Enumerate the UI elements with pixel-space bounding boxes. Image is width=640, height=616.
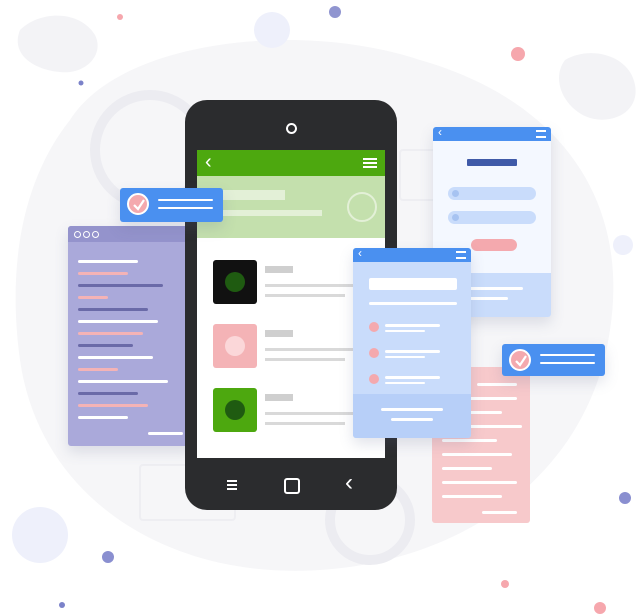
code-line <box>78 320 158 323</box>
hamburger-menu-icon[interactable] <box>536 130 546 138</box>
item-line-placeholder <box>265 358 345 361</box>
code-line <box>78 392 138 395</box>
bullet-line <box>385 324 440 327</box>
item-line-placeholder <box>265 284 355 287</box>
bullet-line <box>385 382 425 384</box>
code-line <box>78 344 133 347</box>
item-title-placeholder <box>265 266 293 273</box>
card-footer <box>353 394 471 438</box>
checkmark-icon <box>127 193 149 215</box>
code-line <box>78 368 118 371</box>
back-chevron-icon[interactable]: ‹ <box>358 246 362 260</box>
bullet-line <box>385 356 425 358</box>
code-line <box>78 284 163 287</box>
banner-avatar-circle <box>347 192 377 222</box>
list-item[interactable] <box>213 388 373 434</box>
code-line <box>442 467 492 470</box>
checkmark-badge <box>502 344 605 376</box>
card-title-block <box>369 278 457 290</box>
bullet-line <box>385 330 425 332</box>
form-title-bar <box>467 159 517 166</box>
bullet-dot <box>369 322 379 332</box>
list-item[interactable] <box>213 260 373 306</box>
item-line-placeholder <box>265 422 345 425</box>
card-header: ‹ <box>353 246 471 262</box>
password-field[interactable] <box>448 211 536 224</box>
task-list-card: ‹ <box>353 246 471 438</box>
code-line <box>148 432 183 435</box>
code-line <box>78 296 108 299</box>
bullet-line <box>385 350 440 353</box>
home-square-icon[interactable] <box>284 478 300 494</box>
code-line <box>78 380 168 383</box>
footer-line <box>381 408 443 411</box>
menu-icon[interactable] <box>227 480 237 490</box>
window-dot <box>92 231 99 238</box>
badge-line <box>158 199 213 201</box>
bullet-line <box>385 376 440 379</box>
code-editor-panel <box>68 226 193 446</box>
footer-line <box>468 297 508 300</box>
code-line <box>442 439 497 442</box>
front-camera <box>286 123 297 134</box>
code-line <box>442 453 512 456</box>
login-button[interactable] <box>471 239 517 251</box>
code-line <box>78 272 128 275</box>
code-line <box>442 495 502 498</box>
username-field[interactable] <box>448 187 536 200</box>
app-header-bar: ‹ <box>197 150 385 176</box>
banner-title-placeholder <box>217 190 285 200</box>
footer-line <box>468 287 523 290</box>
item-title-placeholder <box>265 330 293 337</box>
card-subtitle-line <box>369 302 457 305</box>
back-chevron-icon[interactable]: ‹ <box>205 152 212 172</box>
back-chevron-icon[interactable]: ‹ <box>438 125 442 139</box>
hamburger-menu-icon[interactable] <box>456 251 466 259</box>
item-thumbnail <box>213 388 257 432</box>
app-banner <box>197 176 385 238</box>
item-title-placeholder <box>265 394 293 401</box>
badge-line <box>158 207 213 209</box>
window-dot <box>74 231 81 238</box>
checkmark-icon <box>509 349 531 371</box>
field-icon <box>452 214 459 221</box>
checkmark-badge <box>120 188 223 222</box>
item-line-placeholder <box>265 412 355 415</box>
code-line <box>78 308 148 311</box>
hamburger-menu-icon[interactable] <box>363 158 377 168</box>
bullet-dot <box>369 374 379 384</box>
card-header: ‹ <box>433 125 551 141</box>
code-line <box>78 332 143 335</box>
footer-line <box>391 418 433 421</box>
code-line <box>482 511 517 514</box>
code-line <box>78 260 138 263</box>
code-line <box>477 383 517 386</box>
code-line <box>442 481 517 484</box>
item-line-placeholder <box>265 294 345 297</box>
item-line-placeholder <box>265 348 355 351</box>
code-line <box>78 404 148 407</box>
window-dot <box>83 231 90 238</box>
item-thumbnail <box>213 324 257 368</box>
field-icon <box>452 190 459 197</box>
list-item[interactable] <box>213 324 373 370</box>
code-line <box>78 356 153 359</box>
item-thumbnail <box>213 260 257 304</box>
bullet-dot <box>369 348 379 358</box>
back-chevron-icon[interactable]: ‹ <box>345 471 353 495</box>
badge-line <box>540 362 595 364</box>
banner-subtitle-placeholder <box>217 210 322 216</box>
code-line <box>78 416 128 419</box>
badge-line <box>540 354 595 356</box>
